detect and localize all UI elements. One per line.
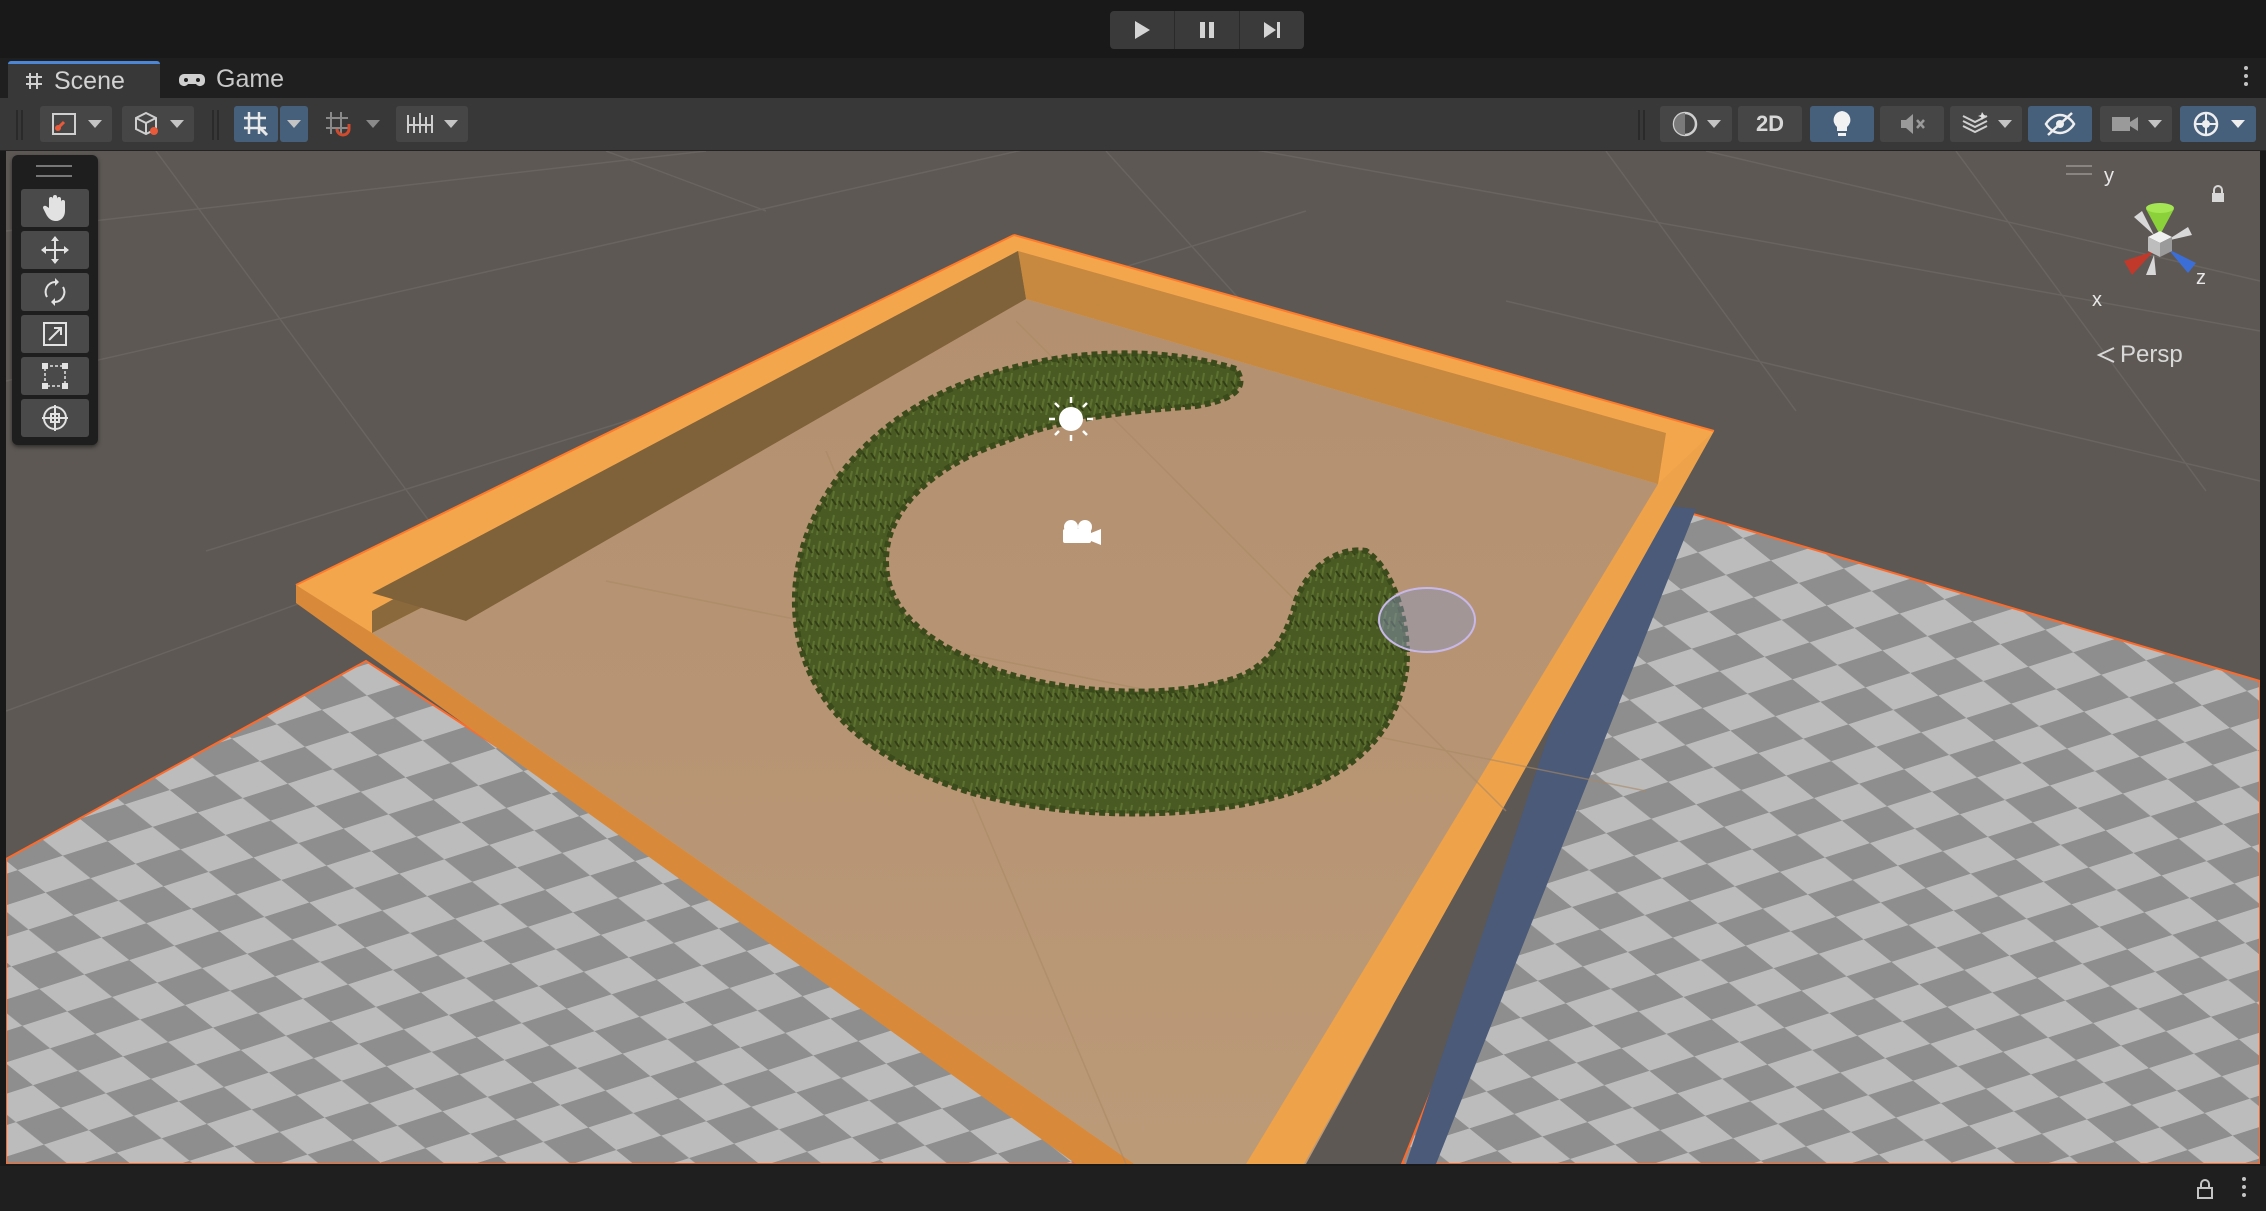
- increment-snap-toggle[interactable]: [318, 106, 358, 142]
- play-icon: [1135, 21, 1150, 39]
- toggle-2d-label: 2D: [1755, 111, 1785, 136]
- toggle-2d-button[interactable]: 2D: [1738, 106, 1802, 142]
- draw-mode-dropdown[interactable]: [40, 106, 112, 142]
- scene-visibility-toggle[interactable]: [2028, 106, 2092, 142]
- increment-snap-icon: [326, 112, 351, 137]
- chevron-down-icon: [287, 120, 301, 128]
- tab-game-label: Game: [216, 65, 285, 93]
- grid-snap-icon: [244, 112, 269, 137]
- step-button[interactable]: [1240, 11, 1304, 49]
- render-mode-icon: [1672, 111, 1698, 137]
- hand-icon: [42, 195, 65, 221]
- pause-button[interactable]: [1175, 11, 1240, 49]
- gizmo-z-label: z: [2196, 267, 2206, 289]
- gizmo-y-label: y: [2104, 165, 2114, 187]
- pause-icon: [1200, 22, 1214, 38]
- more-options-icon[interactable]: [2242, 1177, 2246, 1197]
- grid-snap-toggle[interactable]: [234, 106, 278, 142]
- shading-cube-icon: [135, 111, 158, 136]
- tab-scene-label: Scene: [54, 66, 125, 95]
- chevron-down-icon: [2231, 120, 2245, 128]
- brush-cursor: [1378, 587, 1476, 653]
- effects-icon: [1962, 112, 1988, 134]
- step-icon: [1264, 22, 1280, 38]
- draw-mode-icon: [52, 113, 76, 135]
- transform-icon: [42, 405, 68, 431]
- lock-icon[interactable]: [2196, 1178, 2214, 1200]
- transform-tool[interactable]: [21, 399, 89, 437]
- playmode-controls: [1110, 11, 1304, 49]
- tool-palette: [12, 155, 98, 445]
- rotate-tool[interactable]: [21, 273, 89, 311]
- editor-tab-strip: Scene Game: [0, 58, 2266, 98]
- projection-toggle[interactable]: Persp: [2096, 341, 2183, 369]
- ruler-dropdown[interactable]: [396, 106, 468, 142]
- chevron-down-icon: [2148, 120, 2162, 128]
- scene-view-toolbar: 2D: [0, 98, 2266, 151]
- lighting-icon: [1833, 111, 1851, 136]
- gizmo-x-label: x: [2092, 289, 2102, 311]
- chevron-down-icon: [444, 120, 458, 128]
- camera-dropdown[interactable]: [2100, 106, 2172, 142]
- rotate-icon: [44, 278, 66, 306]
- toolbar-separator: [1638, 110, 1645, 140]
- tab-game[interactable]: Game: [178, 61, 284, 98]
- move-tool[interactable]: [21, 231, 89, 269]
- lighting-toggle[interactable]: [1810, 106, 1874, 142]
- gizmos-icon: [2193, 111, 2219, 137]
- rect-transform-icon: [42, 363, 68, 389]
- scale-tool[interactable]: [21, 315, 89, 353]
- z-axis-cone: [2168, 249, 2196, 273]
- camera-icon: [2112, 117, 2138, 131]
- scene-render: [6, 151, 2260, 1164]
- move-icon: [41, 236, 69, 264]
- chevron-down-icon: [170, 120, 184, 128]
- gamepad-icon: [179, 73, 205, 86]
- rect-tool[interactable]: [21, 357, 89, 395]
- scene-visibility-icon: [2044, 112, 2076, 136]
- chevron-down-icon: [366, 120, 380, 128]
- perspective-icon: [2096, 347, 2115, 363]
- increment-snap-dropdown[interactable]: [360, 106, 386, 142]
- ruler-icon: [407, 113, 433, 133]
- tab-scene[interactable]: Scene: [8, 61, 160, 98]
- gizmos-dropdown[interactable]: [2180, 106, 2256, 142]
- chevron-down-icon: [1998, 120, 2012, 128]
- effects-dropdown[interactable]: [1950, 106, 2022, 142]
- tab-options-menu-icon[interactable]: [2244, 66, 2248, 86]
- scale-icon: [43, 322, 67, 346]
- chevron-down-icon: [88, 120, 102, 128]
- audio-mute-icon: [1901, 114, 1925, 134]
- render-mode-dropdown[interactable]: [1660, 106, 1732, 142]
- chevron-down-icon: [1707, 120, 1721, 128]
- grid-snap-dropdown[interactable]: [280, 106, 308, 142]
- palette-grip[interactable]: [36, 165, 72, 177]
- scene-viewport[interactable]: y x z Persp: [6, 151, 2260, 1164]
- hand-tool[interactable]: [21, 189, 89, 227]
- lock-icon[interactable]: [2210, 185, 2226, 203]
- status-bar: [0, 1166, 2266, 1211]
- toolbar-separator: [212, 110, 219, 140]
- play-button[interactable]: [1110, 11, 1175, 49]
- shading-dropdown[interactable]: [122, 106, 194, 142]
- audio-toggle[interactable]: [1880, 106, 1944, 142]
- projection-label: Persp: [2120, 341, 2183, 368]
- toolbar-grip: [16, 110, 23, 140]
- grid-hash-icon: [26, 73, 42, 89]
- playmode-toolbar: [0, 0, 2266, 58]
